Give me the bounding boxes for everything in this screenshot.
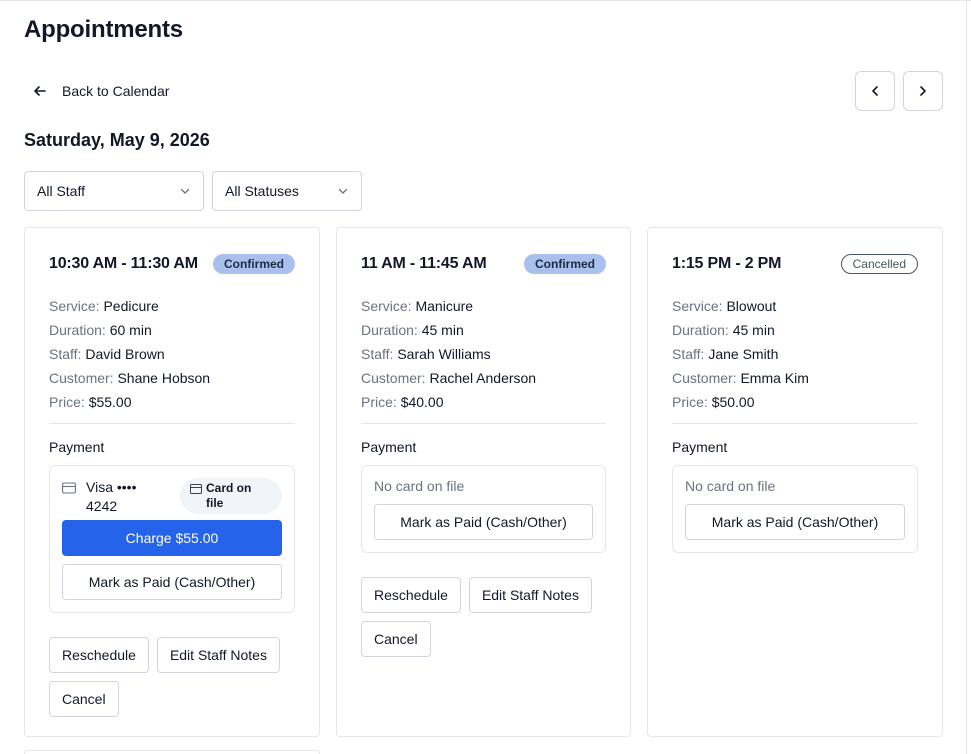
mark-as-paid-button[interactable]: Mark as Paid (Cash/Other) bbox=[374, 504, 593, 540]
divider bbox=[672, 423, 918, 424]
status-badge: Confirmed bbox=[524, 254, 606, 274]
price-detail: Price: $40.00 bbox=[361, 394, 444, 410]
edit-staff-notes-button[interactable]: Edit Staff Notes bbox=[156, 637, 280, 673]
next-day-button[interactable] bbox=[903, 71, 943, 111]
status-filter-select[interactable]: All Statuses bbox=[212, 171, 362, 211]
price-detail: Price: $50.00 bbox=[672, 394, 755, 410]
service-detail: Service: Blowout bbox=[672, 298, 777, 314]
customer-detail: Customer: Shane Hobson bbox=[49, 370, 211, 386]
charge-button[interactable]: Charge $55.00 bbox=[62, 520, 282, 556]
card-number-line2: 4242 bbox=[86, 498, 118, 514]
customer-detail: Customer: Rachel Anderson bbox=[361, 370, 537, 386]
chevron-down-icon bbox=[338, 188, 348, 194]
payment-heading: Payment bbox=[672, 439, 728, 455]
appointment-time: 11 AM - 11:45 AM bbox=[361, 255, 487, 272]
card-number-line1: Visa •••• bbox=[86, 479, 137, 495]
arrow-left-icon bbox=[34, 86, 46, 96]
no-card-text: No card on file bbox=[685, 478, 776, 494]
duration-detail: Duration: 45 min bbox=[361, 322, 464, 338]
staff-detail: Staff: Jane Smith bbox=[672, 346, 779, 362]
card-on-file-badge: Card on file bbox=[180, 478, 282, 514]
appointment-time: 10:30 AM - 11:30 AM bbox=[49, 255, 198, 272]
top-border bbox=[0, 0, 971, 1]
staff-detail: Staff: Sarah Williams bbox=[361, 346, 491, 362]
appointment-card: 1:15 PM - 2 PM Cancelled Service: Blowou… bbox=[647, 227, 943, 737]
payment-box: No card on file Mark as Paid (Cash/Other… bbox=[361, 465, 606, 553]
status-badge: Cancelled bbox=[840, 254, 918, 274]
credit-card-icon bbox=[62, 482, 76, 494]
page-title: Appointments bbox=[24, 16, 183, 43]
customer-detail: Customer: Emma Kim bbox=[672, 370, 809, 386]
chevron-down-icon bbox=[180, 188, 190, 194]
credit-card-icon bbox=[190, 484, 202, 494]
appointment-card: 10:30 AM - 11:30 AM Confirmed Service: P… bbox=[24, 227, 320, 737]
divider bbox=[49, 423, 295, 424]
staff-detail: Staff: David Brown bbox=[49, 346, 165, 362]
status-filter-value: All Statuses bbox=[225, 183, 299, 199]
service-detail: Service: Pedicure bbox=[49, 298, 159, 314]
previous-day-button[interactable] bbox=[855, 71, 895, 111]
next-appointment-card-edge bbox=[24, 750, 320, 754]
payment-box: Visa •••• 4242 Card on file Charge $55.0… bbox=[49, 465, 295, 613]
back-link-label: Back to Calendar bbox=[62, 83, 170, 99]
payment-box: No card on file Mark as Paid (Cash/Other… bbox=[672, 465, 918, 553]
status-badge: Confirmed bbox=[213, 254, 295, 274]
duration-detail: Duration: 45 min bbox=[672, 322, 775, 338]
payment-heading: Payment bbox=[361, 439, 417, 455]
scrollbar-edge bbox=[966, 0, 967, 754]
edit-staff-notes-button[interactable]: Edit Staff Notes bbox=[468, 577, 592, 613]
cancel-appointment-button[interactable]: Cancel bbox=[361, 621, 431, 657]
divider bbox=[361, 423, 606, 424]
appointment-card: 11 AM - 11:45 AM Confirmed Service: Mani… bbox=[336, 227, 631, 737]
date-heading: Saturday, May 9, 2026 bbox=[24, 130, 210, 150]
cancel-appointment-button[interactable]: Cancel bbox=[49, 681, 119, 717]
appointment-time: 1:15 PM - 2 PM bbox=[672, 255, 782, 272]
no-card-text: No card on file bbox=[374, 478, 465, 494]
saved-card-info: Visa •••• 4242 bbox=[62, 478, 136, 516]
chevron-left-icon bbox=[872, 86, 878, 96]
chevron-right-icon bbox=[920, 86, 926, 96]
mark-as-paid-button[interactable]: Mark as Paid (Cash/Other) bbox=[62, 564, 282, 600]
reschedule-button[interactable]: Reschedule bbox=[49, 637, 149, 673]
back-to-calendar-link[interactable]: Back to Calendar bbox=[32, 76, 169, 106]
service-detail: Service: Manicure bbox=[361, 298, 474, 314]
staff-filter-value: All Staff bbox=[37, 183, 85, 199]
duration-detail: Duration: 60 min bbox=[49, 322, 152, 338]
price-detail: Price: $55.00 bbox=[49, 394, 132, 410]
mark-as-paid-button[interactable]: Mark as Paid (Cash/Other) bbox=[685, 504, 905, 540]
reschedule-button[interactable]: Reschedule bbox=[361, 577, 461, 613]
staff-filter-select[interactable]: All Staff bbox=[24, 171, 204, 211]
payment-heading: Payment bbox=[49, 439, 105, 455]
